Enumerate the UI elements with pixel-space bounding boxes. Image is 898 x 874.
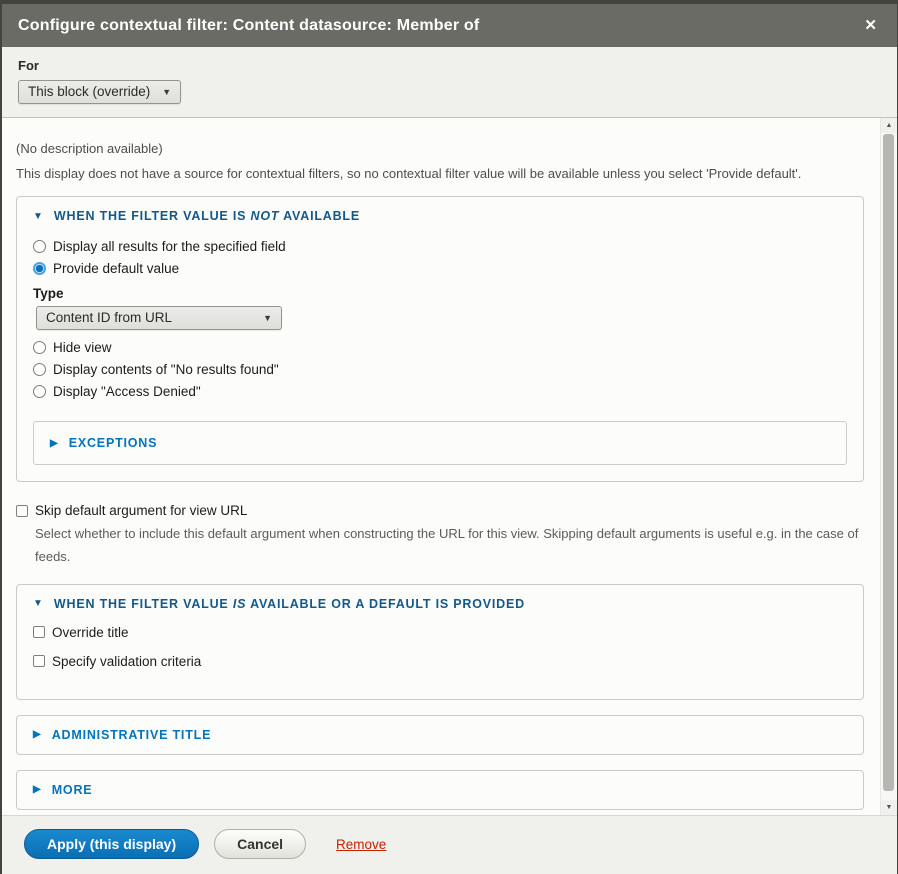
for-display-select[interactable]: This block (override) ▼ xyxy=(18,80,181,104)
radio-label: Hide view xyxy=(53,340,112,355)
scroll-down-button[interactable]: ▼ xyxy=(881,800,897,815)
type-select[interactable]: Content ID from URL ▼ xyxy=(36,306,282,330)
checkbox-specify-validation[interactable]: Specify validation criteria xyxy=(33,654,847,669)
caret-right-icon: ▶ xyxy=(33,729,41,740)
skip-default-checkbox-input[interactable] xyxy=(16,505,28,517)
caret-right-icon: ▶ xyxy=(33,784,41,795)
scrollbar[interactable]: ▲ ▼ xyxy=(880,118,897,815)
radio-display-no-results[interactable]: Display contents of "No results found" xyxy=(33,362,847,377)
radio-input-no-results[interactable] xyxy=(33,363,46,376)
caret-right-icon: ▶ xyxy=(50,438,58,449)
skip-default-description: Select whether to include this default a… xyxy=(35,523,861,569)
dialog-header: Configure contextual filter: Content dat… xyxy=(2,4,897,47)
fieldset-legend-exceptions[interactable]: ▶ EXCEPTIONS xyxy=(50,436,830,450)
legend-text: ADMINISTRATIVE TITLE xyxy=(52,728,212,742)
radio-label: Display all results for the specified fi… xyxy=(53,239,286,254)
checkbox-skip-default-argument[interactable]: Skip default argument for view URL xyxy=(16,503,864,518)
display-note-text: This display does not have a source for … xyxy=(16,166,864,181)
dialog-title: Configure contextual filter: Content dat… xyxy=(18,17,479,35)
specify-validation-checkbox-input[interactable] xyxy=(33,655,45,667)
radio-label: Provide default value xyxy=(53,261,179,276)
close-icon[interactable]: ✕ xyxy=(860,16,881,35)
type-select-value: Content ID from URL xyxy=(46,310,172,325)
radio-display-access-denied[interactable]: Display "Access Denied" xyxy=(33,384,847,399)
fieldset-legend-more[interactable]: ▶ MORE xyxy=(33,783,847,797)
configure-contextual-filter-dialog: Configure contextual filter: Content dat… xyxy=(2,4,897,874)
radio-input-display-all[interactable] xyxy=(33,240,46,253)
legend-text: WHEN THE FILTER VALUE IS AVAILABLE OR A … xyxy=(54,597,525,611)
fieldset-more: ▶ MORE xyxy=(16,770,864,810)
fieldset-administrative-title: ▶ ADMINISTRATIVE TITLE xyxy=(16,715,864,755)
type-label: Type xyxy=(33,286,847,301)
remove-link[interactable]: Remove xyxy=(336,837,386,852)
fieldset-legend-available[interactable]: ▼ WHEN THE FILTER VALUE IS AVAILABLE OR … xyxy=(33,597,847,611)
dialog-body-wrap: (No description available) This display … xyxy=(2,118,897,815)
radio-hide-view[interactable]: Hide view xyxy=(33,340,847,355)
fieldset-legend-not-available[interactable]: ▼ WHEN THE FILTER VALUE IS NOT AVAILABLE xyxy=(33,209,847,223)
legend-text: MORE xyxy=(52,783,93,797)
available-checkboxes: Override title Specify validation criter… xyxy=(33,625,847,669)
checkbox-label: Specify validation criteria xyxy=(52,654,201,669)
fieldset-exceptions: ▶ EXCEPTIONS xyxy=(33,421,847,465)
apply-button[interactable]: Apply (this display) xyxy=(24,829,199,859)
fieldset-filter-value-not-available: ▼ WHEN THE FILTER VALUE IS NOT AVAILABLE… xyxy=(16,196,864,482)
checkbox-label: Skip default argument for view URL xyxy=(35,503,247,518)
chevron-down-icon: ▼ xyxy=(263,313,272,323)
legend-text: EXCEPTIONS xyxy=(69,436,158,450)
caret-down-icon: ▼ xyxy=(33,211,43,222)
no-description-text: (No description available) xyxy=(16,141,864,156)
radio-input-hide-view[interactable] xyxy=(33,341,46,354)
radio-input-provide-default[interactable] xyxy=(33,262,46,275)
radio-display-all-results[interactable]: Display all results for the specified fi… xyxy=(33,239,847,254)
radio-input-access-denied[interactable] xyxy=(33,385,46,398)
legend-text: WHEN THE FILTER VALUE IS NOT AVAILABLE xyxy=(54,209,360,223)
radio-label: Display "Access Denied" xyxy=(53,384,201,399)
checkbox-label: Override title xyxy=(52,625,129,640)
checkbox-override-title[interactable]: Override title xyxy=(33,625,847,640)
cancel-button[interactable]: Cancel xyxy=(214,829,306,859)
scroll-up-button[interactable]: ▲ xyxy=(881,118,897,133)
default-action-radios: Display all results for the specified fi… xyxy=(33,239,847,399)
for-select-value: This block (override) xyxy=(28,84,150,99)
for-section: For This block (override) ▼ xyxy=(2,47,897,118)
dialog-body: (No description available) This display … xyxy=(2,118,880,815)
chevron-down-icon: ▼ xyxy=(162,87,171,97)
override-title-checkbox-input[interactable] xyxy=(33,626,45,638)
scrollbar-thumb[interactable] xyxy=(883,134,894,791)
fieldset-filter-value-available: ▼ WHEN THE FILTER VALUE IS AVAILABLE OR … xyxy=(16,584,864,700)
for-label: For xyxy=(18,58,881,73)
radio-provide-default-value[interactable]: Provide default value xyxy=(33,261,847,276)
fieldset-legend-administrative-title[interactable]: ▶ ADMINISTRATIVE TITLE xyxy=(33,728,847,742)
radio-label: Display contents of "No results found" xyxy=(53,362,279,377)
caret-down-icon: ▼ xyxy=(33,598,43,609)
dialog-footer: Apply (this display) Cancel Remove xyxy=(2,815,897,874)
